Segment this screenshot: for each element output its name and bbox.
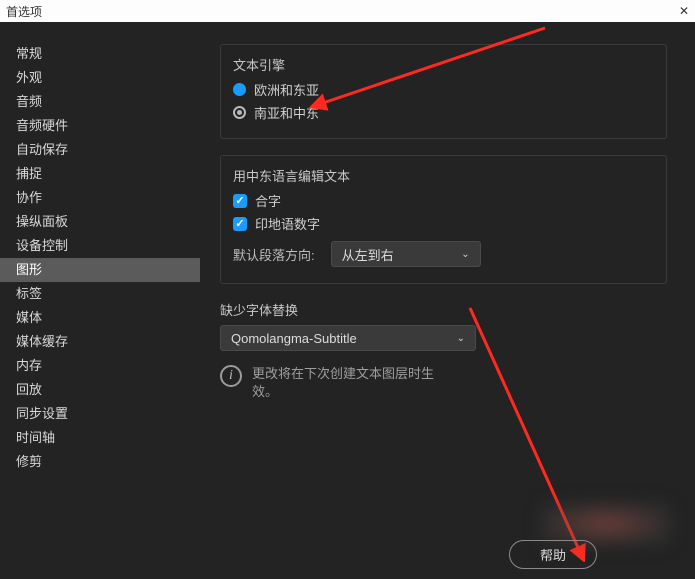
footer: 帮助: [509, 540, 677, 569]
sidebar-item[interactable]: 回放: [0, 378, 200, 402]
sidebar-item[interactable]: 媒体缓存: [0, 330, 200, 354]
sidebar-item[interactable]: 捕捉: [0, 162, 200, 186]
font-substitution-title: 缺少字体替换: [220, 300, 667, 319]
radio-label: 南亚和中东: [254, 103, 319, 122]
radio-european[interactable]: 欧洲和东亚: [233, 80, 654, 99]
sidebar-item[interactable]: 音频硬件: [0, 114, 200, 138]
radio-label: 欧洲和东亚: [254, 80, 319, 99]
rtl-title: 用中东语言编辑文本: [233, 166, 654, 185]
sidebar-item[interactable]: 媒体: [0, 306, 200, 330]
window-title: 首选项: [6, 3, 42, 20]
check-ligatures[interactable]: ✓ 合字: [233, 191, 654, 210]
chevron-down-icon: ⌄: [461, 249, 469, 260]
check-label: 印地语数字: [255, 214, 320, 233]
radio-southasia[interactable]: 南亚和中东: [233, 103, 654, 122]
font-substitution-dropdown[interactable]: Qomolangma-Subtitle ⌄: [220, 325, 476, 351]
sidebar-item[interactable]: 外观: [0, 66, 200, 90]
chevron-down-icon: ⌄: [457, 333, 465, 344]
obscured-region: [541, 503, 671, 545]
info-row: i 更改将在下次创建文本图层时生效。: [220, 365, 667, 401]
checkbox-icon: ✓: [233, 194, 247, 208]
text-engine-title: 文本引擎: [233, 55, 654, 74]
help-button[interactable]: 帮助: [509, 540, 597, 569]
checkbox-icon: ✓: [233, 217, 247, 231]
check-label: 合字: [255, 191, 281, 210]
preferences-window: 常规外观音频音频硬件自动保存捕捉协作操纵面板设备控制图形标签媒体媒体缓存内存回放…: [0, 22, 695, 579]
sidebar-item[interactable]: 协作: [0, 186, 200, 210]
sidebar-item[interactable]: 图形: [0, 258, 200, 282]
sidebar-item[interactable]: 修剪: [0, 450, 200, 474]
sidebar-item[interactable]: 设备控制: [0, 234, 200, 258]
paragraph-direction-label: 默认段落方向:: [233, 245, 315, 264]
text-engine-group: 文本引擎 欧洲和东亚 南亚和中东: [220, 44, 667, 139]
radio-icon: [233, 106, 246, 119]
sidebar-item[interactable]: 操纵面板: [0, 210, 200, 234]
dropdown-value: 从左到右: [342, 245, 394, 264]
info-text: 更改将在下次创建文本图层时生效。: [252, 365, 452, 401]
sidebar-item[interactable]: 音频: [0, 90, 200, 114]
sidebar-item[interactable]: 自动保存: [0, 138, 200, 162]
info-icon: i: [220, 365, 242, 387]
sidebar-item[interactable]: 时间轴: [0, 426, 200, 450]
titlebar: 首选项 ✕: [0, 0, 695, 22]
sidebar-item[interactable]: 标签: [0, 282, 200, 306]
sidebar-item[interactable]: 同步设置: [0, 402, 200, 426]
main-panel: 文本引擎 欧洲和东亚 南亚和中东 用中东语言编辑文本 ✓ 合字 ✓ 印地语数字 …: [200, 22, 695, 579]
sidebar-item[interactable]: 常规: [0, 42, 200, 66]
sidebar: 常规外观音频音频硬件自动保存捕捉协作操纵面板设备控制图形标签媒体媒体缓存内存回放…: [0, 22, 200, 579]
paragraph-direction-row: 默认段落方向: 从左到右 ⌄: [233, 241, 654, 267]
close-icon[interactable]: ✕: [679, 4, 689, 18]
check-hindi-digits[interactable]: ✓ 印地语数字: [233, 214, 654, 233]
sidebar-item[interactable]: 内存: [0, 354, 200, 378]
radio-icon: [233, 83, 246, 96]
dropdown-value: Qomolangma-Subtitle: [231, 331, 357, 346]
rtl-editing-group: 用中东语言编辑文本 ✓ 合字 ✓ 印地语数字 默认段落方向: 从左到右 ⌄: [220, 155, 667, 284]
paragraph-direction-dropdown[interactable]: 从左到右 ⌄: [331, 241, 481, 267]
